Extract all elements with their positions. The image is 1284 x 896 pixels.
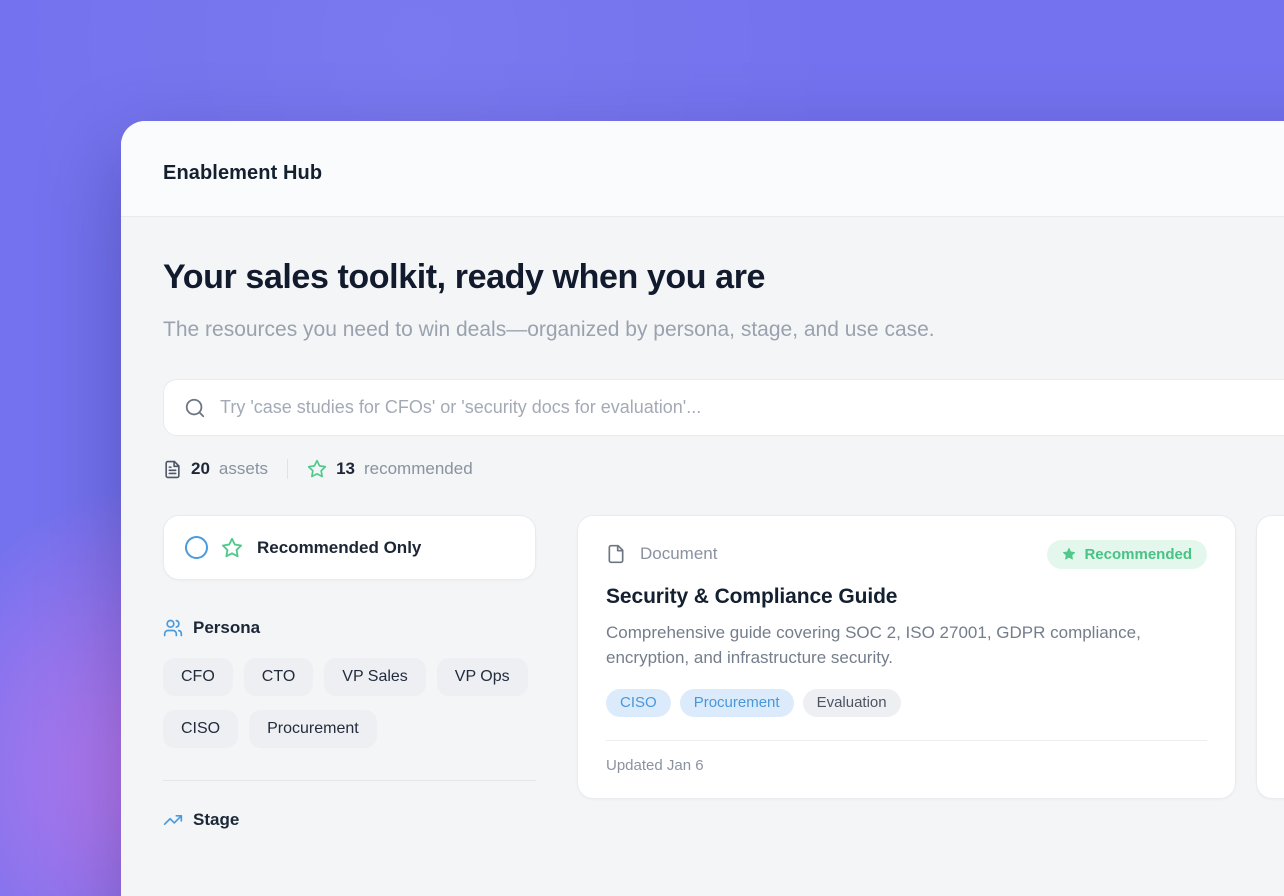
tag-evaluation: Evaluation [803,689,901,717]
file-text-icon [163,460,182,479]
file-icon [606,544,626,564]
persona-section-head: Persona [163,618,536,638]
search-input[interactable] [220,397,1284,418]
main-content: Your sales toolkit, ready when you are T… [121,217,1284,830]
window-header: Enablement Hub [121,121,1284,217]
main-row: Recommended Only Persona CFO CTO VP [163,515,1284,830]
sidebar-divider [163,780,536,781]
card-divider [606,740,1207,741]
star-outline-icon [307,459,327,479]
asset-cards-row: Document Recommended Security & Complian… [577,515,1284,799]
recommended-badge-label: Recommended [1084,546,1192,563]
page-title: Enablement Hub [163,162,322,185]
persona-chip-cfo[interactable]: CFO [163,658,233,696]
tag-procurement: Procurement [680,689,794,717]
stats-divider [287,459,288,479]
persona-filter-section: Persona CFO CTO VP Sales VP Ops CISO Pro… [163,618,536,748]
recommended-stat: 13 recommended [307,459,473,479]
radio-circle-icon [185,536,208,559]
stage-section-head: Stage [163,810,536,830]
desktop-background: Enablement Hub Your sales toolkit, ready… [0,0,1284,896]
persona-chip-procurement[interactable]: Procurement [249,710,377,748]
filters-sidebar: Recommended Only Persona CFO CTO VP [163,515,536,830]
card-tags: CISO Procurement Evaluation [606,689,1207,717]
card-description: Comprehensive guide covering SOC 2, ISO … [606,620,1194,670]
persona-chip-cto[interactable]: CTO [244,658,313,696]
card-updated-label: Updated Jan 6 [606,757,1207,774]
recommended-count: 13 [336,459,355,479]
recommended-badge: Recommended [1047,540,1207,569]
assets-label: assets [219,459,268,479]
asset-card-security-compliance-guide[interactable]: Document Recommended Security & Complian… [577,515,1236,799]
recommended-label: recommended [364,459,473,479]
asset-card-partial[interactable] [1256,515,1284,799]
enablement-hub-window: Enablement Hub Your sales toolkit, ready… [121,121,1284,896]
card-type-label: Document [640,544,717,564]
hero-title: Your sales toolkit, ready when you are [163,258,1284,297]
assets-stat: 20 assets [163,459,268,479]
assets-count: 20 [191,459,210,479]
persona-chip-ciso[interactable]: CISO [163,710,238,748]
card-top-row: Document Recommended [606,539,1207,569]
card-type: Document [606,544,717,564]
stats-row: 20 assets 13 recommended [163,459,1284,479]
users-icon [163,618,183,638]
tag-ciso: CISO [606,689,671,717]
persona-chip-vp-sales[interactable]: VP Sales [324,658,426,696]
stage-section-title: Stage [193,810,239,830]
card-title: Security & Compliance Guide [606,585,1207,609]
recommended-only-label: Recommended Only [257,538,421,558]
star-outline-icon [221,537,243,559]
trending-up-icon [163,810,183,830]
hero-subtitle: The resources you need to win deals—orga… [163,310,968,350]
persona-section-title: Persona [193,618,260,638]
persona-chips: CFO CTO VP Sales VP Ops CISO Procurement [163,658,536,748]
search-icon [184,397,206,419]
stage-filter-section: Stage [163,810,536,830]
search-bar[interactable] [163,379,1284,436]
persona-chip-vp-ops[interactable]: VP Ops [437,658,528,696]
recommended-only-toggle[interactable]: Recommended Only [163,515,536,580]
star-filled-icon [1062,547,1076,561]
